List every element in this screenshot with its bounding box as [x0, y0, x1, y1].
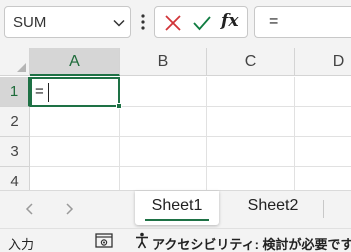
fill-handle[interactable] [116, 103, 122, 109]
cell-b1[interactable] [120, 77, 207, 107]
tab-label: Sheet2 [247, 197, 299, 214]
text-caret [48, 83, 49, 102]
more-options-icon[interactable] [140, 13, 146, 31]
column-header-a[interactable]: A [30, 48, 120, 76]
row-header-2[interactable]: 2 [0, 107, 30, 137]
row-header-3[interactable]: 3 [0, 137, 30, 167]
row-header-1[interactable]: 1 [0, 77, 30, 107]
cell-d2[interactable] [295, 107, 351, 137]
cell-d3[interactable] [295, 137, 351, 167]
cell-d1[interactable] [295, 77, 351, 107]
column-header-b[interactable]: B [120, 48, 207, 76]
active-cell-value: = [35, 83, 44, 100]
cell-c4[interactable] [207, 167, 295, 190]
name-box[interactable]: SUM [4, 6, 131, 38]
cell-b4[interactable] [120, 167, 207, 190]
tab-divider [323, 200, 324, 218]
confirm-icon[interactable] [192, 14, 212, 32]
accessibility-status[interactable]: アクセシビリティ: 検討が必要です [152, 234, 351, 252]
cancel-icon[interactable] [164, 14, 182, 32]
cell-c2[interactable] [207, 107, 295, 137]
cell-d4[interactable] [295, 167, 351, 190]
sheet-tab-bar: Sheet1 Sheet2 [0, 190, 351, 228]
row-header-4[interactable]: 4 [0, 167, 30, 190]
formula-buttons: fx [154, 6, 248, 38]
cell-a3[interactable] [30, 137, 120, 167]
cell-c3[interactable] [207, 137, 295, 167]
name-box-value: SUM [13, 14, 47, 31]
cell-b3[interactable] [120, 137, 207, 167]
formula-bar: SUM fx = [0, 0, 351, 45]
chevron-right-icon[interactable] [61, 201, 77, 217]
chevron-down-icon[interactable] [112, 16, 126, 30]
active-tab-underline [145, 219, 209, 221]
tab-sheet2[interactable]: Sheet2 [232, 191, 314, 225]
cell-c1[interactable] [207, 77, 295, 107]
column-header-c[interactable]: C [207, 48, 295, 76]
cell-b2[interactable] [120, 107, 207, 137]
cell-a2[interactable] [30, 107, 120, 137]
active-cell-a1[interactable]: = [30, 77, 122, 109]
formula-input[interactable]: = [254, 6, 351, 38]
accessibility-icon[interactable] [134, 232, 150, 249]
select-all-button[interactable] [0, 48, 30, 76]
macro-record-icon[interactable] [95, 233, 113, 249]
status-bar: 入力 アクセシビリティ: 検討が必要です [0, 228, 351, 252]
worksheet-grid[interactable]: A B C D 1 2 3 4 = [0, 48, 351, 190]
insert-function-button[interactable]: fx [221, 11, 238, 31]
cell-a4[interactable] [30, 167, 120, 190]
tab-label: Sheet1 [151, 197, 203, 214]
formula-value: = [269, 13, 279, 30]
tab-sheet1[interactable]: Sheet1 [135, 191, 219, 225]
column-header-d[interactable]: D [295, 48, 351, 76]
chevron-left-icon[interactable] [22, 201, 38, 217]
cell-mode: 入力 [8, 237, 35, 252]
